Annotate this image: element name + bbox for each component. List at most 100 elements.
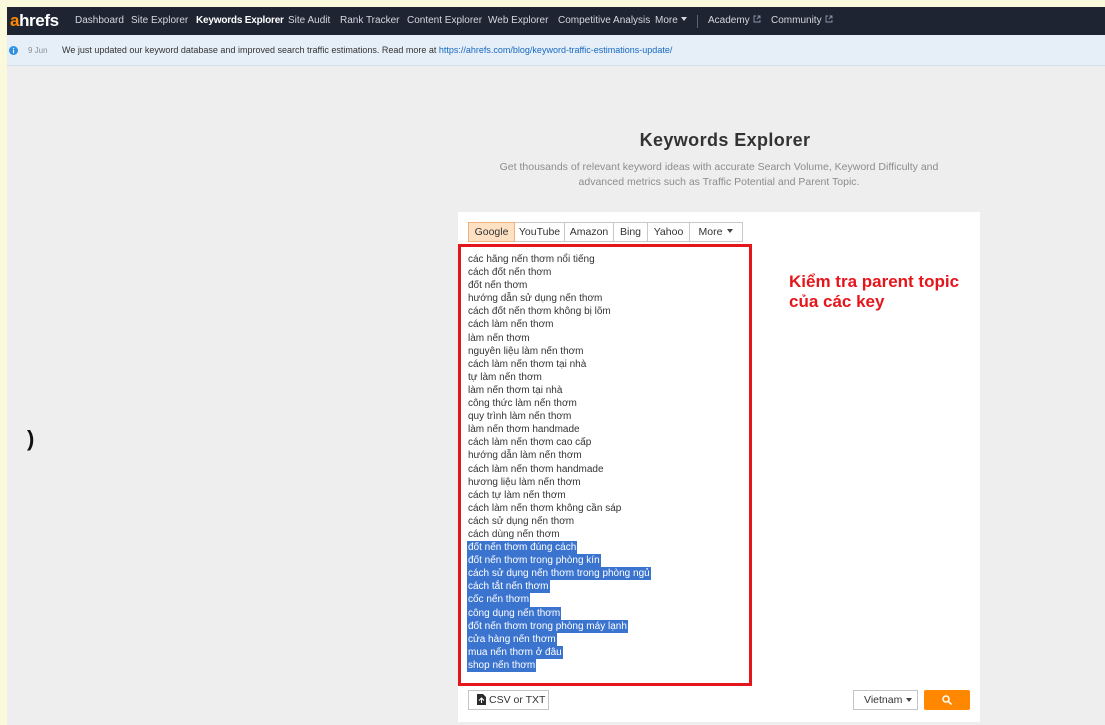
search-button[interactable] (924, 690, 970, 710)
notice-message-text: We just updated our keyword database and… (62, 45, 437, 55)
chevron-down-icon (906, 698, 912, 702)
external-link-icon (753, 15, 761, 23)
keyword-text: cách tự làm nến thơm (468, 489, 566, 501)
notice-link[interactable]: https://ahrefs.com/blog/keyword-traffic-… (439, 45, 672, 55)
keyword-line: cách dùng nến thơm (467, 528, 749, 541)
update-notice-bar: 9 Jun We just updated our keyword databa… (7, 35, 1105, 66)
keyword-text: nguyên liệu làm nến thơm (468, 345, 584, 357)
keyword-line: cách đốt nến thơm không bị lõm (467, 305, 749, 318)
keyword-line: cách làm nến thơm không cần sáp (467, 502, 749, 515)
keyword-line: shop nến thơm (467, 658, 749, 672)
notice-date: 9 Jun (28, 46, 48, 55)
keyword-line: cách tự làm nến thơm (467, 489, 749, 502)
nav-item-academy[interactable]: Academy (708, 7, 761, 35)
chevron-down-icon (680, 17, 687, 22)
logo-accent: a (10, 11, 20, 30)
keyword-line: công dụng nến thơm (467, 606, 749, 620)
chevron-down-icon (727, 229, 734, 234)
nav-item-competitive-analysis[interactable]: Competitive Analysis (558, 7, 650, 35)
keyword-text: cách đốt nến thơm (468, 267, 552, 279)
keyword-line: cách đốt nến thơm (467, 266, 749, 279)
keyword-line: mua nến thơm ở đâu (467, 645, 749, 659)
nav-item-site-audit[interactable]: Site Audit (288, 7, 330, 35)
nav-more-label: More (655, 15, 678, 26)
keyword-line: tự làm nến thơm (467, 371, 749, 384)
keyword-line: làm nến thơm tại nhà (467, 384, 749, 397)
tab-google[interactable]: Google (468, 222, 515, 242)
keyword-text: cách đốt nến thơm không bị lõm (468, 306, 611, 318)
keyword-text: làm nến thơm tại nhà (468, 384, 563, 396)
nav-divider (697, 15, 698, 28)
keyword-text: cách dùng nến thơm (468, 528, 560, 540)
tab-bing[interactable]: Bing (613, 222, 648, 242)
keyword-line: cách tắt nến thơm (467, 580, 749, 594)
upload-csv-button[interactable]: CSV or TXT (468, 690, 549, 710)
top-navbar: ahrefs Dashboard Site Explorer Keywords … (7, 7, 1105, 35)
keyword-line: làm nến thơm (467, 332, 749, 345)
ahrefs-logo[interactable]: ahrefs (10, 7, 59, 35)
notice-message: We just updated our keyword database and… (62, 35, 672, 66)
keyword-line: cửa hàng nến thơm (467, 632, 749, 646)
keyword-line: cách làm nến thơm handmade (467, 463, 749, 476)
keyword-line: làm nến thơm handmade (467, 423, 749, 436)
page-subtitle: Get thousands of relevant keyword ideas … (458, 160, 980, 190)
keyword-text: công thức làm nến thơm (468, 398, 577, 410)
file-icon (477, 694, 486, 705)
keyword-line: nguyên liệu làm nến thơm (467, 345, 749, 358)
nav-item-rank-tracker[interactable]: Rank Tracker (340, 7, 399, 35)
keyword-line: hướng dẫn sử dụng nến thơm (467, 292, 749, 305)
annotation-line: của các key (789, 292, 885, 311)
keyword-text: hương liệu làm nến thơm (468, 476, 581, 488)
nav-item-content-explorer[interactable]: Content Explorer (407, 7, 482, 35)
tab-yahoo[interactable]: Yahoo (647, 222, 690, 242)
keywords-textarea[interactable]: các hãng nến thơm nổi tiếng cách đốt nến … (458, 244, 752, 686)
tab-youtube[interactable]: YouTube (514, 222, 565, 242)
country-select-value: Vietnam (864, 694, 903, 706)
keyword-line: đốt nến thơm đúng cách (467, 541, 749, 555)
keyword-line: cách sử dụng nến thơm (467, 515, 749, 528)
search-icon (942, 695, 952, 705)
tab-more-engines[interactable]: More (689, 222, 743, 242)
nav-item-keywords-explorer[interactable]: Keywords Explorer (196, 7, 284, 35)
keyword-text: làm nến thơm (468, 332, 530, 344)
keyword-text-selected: cốc nến thơm (467, 593, 531, 607)
keyword-line: các hãng nến thơm nổi tiếng (467, 253, 749, 266)
page-subtitle-line: advanced metrics such as Traffic Potenti… (578, 176, 860, 188)
keyword-text-selected: cửa hàng nến thơm (467, 632, 557, 646)
keyword-text: các hãng nến thơm nổi tiếng (468, 254, 595, 265)
annotation-line: Kiểm tra parent topic (789, 272, 960, 291)
keyword-text: cách làm nến thơm cao cấp (468, 437, 592, 449)
keyword-line: công thức làm nến thơm (467, 397, 749, 410)
nav-item-dashboard[interactable]: Dashboard (75, 7, 124, 35)
logo-rest: hrefs (19, 11, 59, 30)
keyword-text-selected: cách sử dụng nến thơm trong phòng ngủ (467, 567, 651, 581)
keyword-line: đốt nến thơm (467, 279, 749, 292)
keyword-line: quy trình làm nến thơm (467, 410, 749, 423)
keyword-line: đốt nến thơm trong phòng kín (467, 554, 749, 568)
stray-glyph: ) (27, 426, 35, 451)
keyword-text: hướng dẫn làm nến thơm (468, 450, 582, 462)
keyword-line: cách làm nến thơm cao cấp (467, 436, 749, 449)
nav-more-menu[interactable]: More (655, 7, 687, 35)
upload-csv-label: CSV or TXT (489, 694, 546, 706)
nav-item-site-explorer[interactable]: Site Explorer (131, 7, 188, 35)
nav-academy-label: Academy (708, 15, 750, 26)
keyword-text-selected: mua nến thơm ở đâu (467, 645, 563, 659)
external-link-icon (825, 15, 833, 23)
keyword-line: hương liệu làm nến thơm (467, 476, 749, 489)
keyword-text-selected: đốt nến thơm trong phòng kín (467, 554, 601, 568)
keyword-line: cốc nến thơm (467, 593, 749, 607)
keyword-line: cách làm nến thơm tại nhà (467, 358, 749, 371)
keyword-text: cách làm nến thơm (468, 319, 554, 331)
keyword-line: đốt nến thơm trong phòng máy lạnh (467, 619, 749, 633)
keyword-text: tự làm nến thơm (468, 371, 542, 383)
page-subtitle-line: Get thousands of relevant keyword ideas … (499, 161, 939, 173)
keyword-line: cách làm nến thơm (467, 318, 749, 331)
keyword-line: cách sử dụng nến thơm trong phòng ngủ (467, 567, 749, 581)
tab-more-label: More (698, 226, 723, 238)
nav-item-community[interactable]: Community (771, 7, 833, 35)
country-select[interactable]: Vietnam (853, 690, 918, 710)
tab-amazon[interactable]: Amazon (564, 222, 614, 242)
nav-item-web-explorer[interactable]: Web Explorer (488, 7, 548, 35)
nav-community-label: Community (771, 15, 822, 26)
